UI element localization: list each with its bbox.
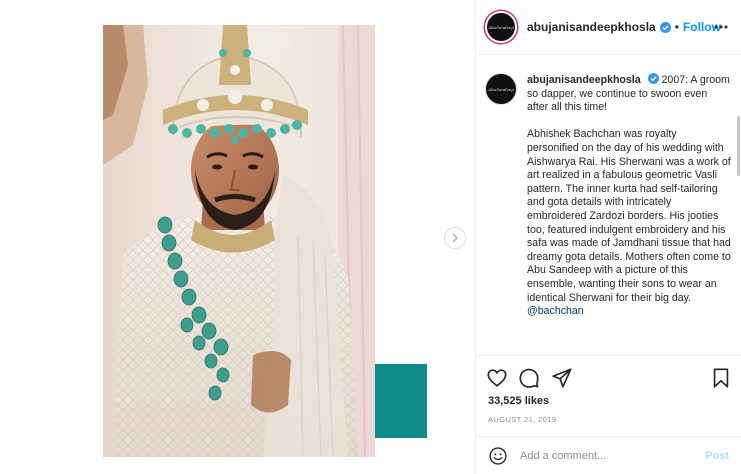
verified-badge-icon (647, 73, 659, 84)
media-panel (0, 0, 476, 474)
smiley-icon[interactable] (488, 446, 508, 466)
caption-scrollbar[interactable] (737, 116, 740, 176)
caption-avatar[interactable]: AbuSandeep (485, 73, 517, 105)
carousel-teal-card (375, 364, 427, 438)
caption-username[interactable]: abujanisandeepkhosla (527, 74, 641, 86)
share-icon[interactable] (551, 367, 573, 389)
verified-badge-icon (659, 21, 671, 33)
likes-count[interactable]: 33,525 likes (488, 395, 549, 407)
avatar-logo-text: AbuSandeep (488, 86, 514, 92)
heart-icon[interactable] (486, 367, 508, 389)
mention-link[interactable]: @bachchan (527, 305, 584, 317)
more-options-icon[interactable] (713, 19, 729, 35)
next-slide-button[interactable] (444, 227, 466, 249)
post-comment-button[interactable]: Post (705, 450, 729, 462)
post-date[interactable]: AUGUST 21, 2019 (488, 415, 556, 424)
caption-area[interactable]: AbuSandeep abujanisandeepkhosla 2007: A … (476, 56, 741, 356)
caption-body: Abhishek Bachchan was royalty personifie… (527, 128, 731, 304)
separator-dot: • (674, 20, 679, 34)
comment-bar: Post (476, 436, 741, 474)
caption-text: abujanisandeepkhosla 2007: A groom so da… (527, 73, 731, 332)
post-header: AbuSandeep abujanisandeepkhosla • Follow (476, 0, 741, 55)
groom-portrait-photo[interactable] (103, 25, 375, 457)
avatar[interactable]: AbuSandeep (485, 11, 517, 43)
bookmark-icon[interactable] (710, 367, 732, 389)
comment-icon[interactable] (518, 367, 540, 389)
comment-input[interactable] (520, 449, 706, 462)
avatar-logo-text: AbuSandeep (488, 24, 514, 30)
header-username[interactable]: abujanisandeepkhosla (527, 20, 656, 34)
chevron-right-icon (452, 233, 458, 243)
action-bar (476, 362, 741, 392)
caption-row: AbuSandeep abujanisandeepkhosla 2007: A … (476, 56, 741, 332)
post-details-panel: AbuSandeep abujanisandeepkhosla • Follow… (476, 0, 741, 474)
